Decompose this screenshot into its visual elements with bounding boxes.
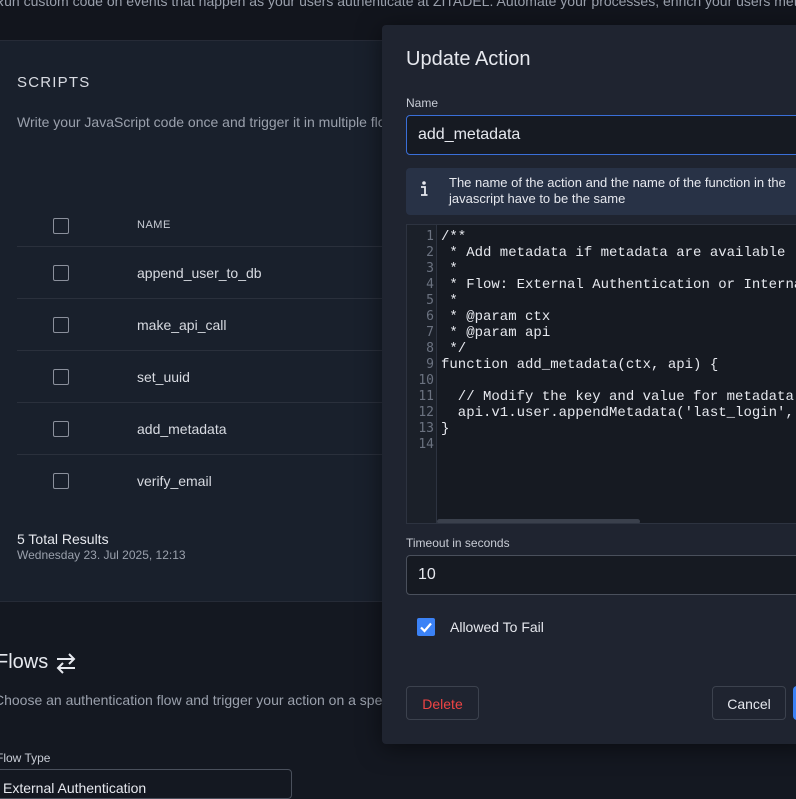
line-number: 13 (418, 421, 434, 436)
allowed-to-fail-checkbox[interactable] (417, 618, 435, 636)
code-line: // Modify the key and value for metadata (441, 389, 794, 405)
row-name: append_user_to_db (137, 265, 262, 281)
flows-title: Flows (0, 651, 49, 673)
flow-type-value: External Authentication (3, 780, 147, 796)
row-divider (17, 246, 400, 247)
flow-type-label: Flow Type (0, 751, 51, 765)
code-line: * @param ctx (441, 309, 551, 325)
row-divider (17, 454, 400, 455)
row-name: verify_email (137, 473, 212, 489)
code-line: api.v1.user.appendMetadata('last_login',… (457, 405, 794, 421)
dialog-title: Update Action (406, 48, 531, 70)
select-all-checkbox[interactable] (53, 218, 69, 234)
line-number: 10 (418, 373, 434, 388)
line-number: 6 (426, 309, 434, 324)
line-number: 9 (426, 357, 434, 372)
column-header-name: NAME (137, 219, 171, 231)
row-name: add_metadata (137, 421, 227, 437)
line-number: 7 (426, 325, 434, 340)
line-number: 2 (426, 245, 434, 260)
line-number: 5 (426, 293, 434, 308)
line-number: 8 (426, 341, 434, 356)
line-number-gutter: 1 2 3 4 5 6 7 8 9 10 11 12 13 14 (407, 225, 437, 523)
allowed-to-fail-label: Allowed To Fail (450, 619, 544, 635)
line-number: 12 (418, 405, 434, 420)
row-checkbox[interactable] (53, 317, 69, 333)
delete-button[interactable]: Delete (406, 686, 479, 720)
code-line: * Flow: External Authentication or Inter… (449, 277, 796, 293)
total-results: 5 Total Results (17, 531, 109, 547)
name-input[interactable]: add_metadata (406, 115, 796, 155)
scripts-title: SCRIPTS (17, 74, 91, 91)
code-line: * (441, 261, 458, 277)
flow-type-select[interactable]: External Authentication (0, 769, 292, 799)
row-name: set_uuid (137, 369, 190, 385)
scripts-description: Write your JavaScript code once and trig… (17, 114, 407, 130)
results-timestamp: Wednesday 23. Jul 2025, 12:13 (17, 548, 186, 562)
code-line: /** (441, 229, 467, 245)
line-number: 14 (418, 437, 434, 452)
line-number: 11 (418, 389, 434, 404)
row-divider (17, 350, 400, 351)
info-text: The name of the action and the name of t… (449, 175, 786, 206)
code-line: * (441, 293, 458, 309)
row-checkbox[interactable] (53, 369, 69, 385)
info-icon (421, 181, 428, 196)
line-number: 4 (426, 277, 434, 292)
line-number: 1 (426, 229, 434, 244)
line-number: 3 (426, 261, 434, 276)
timeout-input[interactable]: 10 (406, 555, 796, 595)
checkmark-icon (420, 622, 432, 633)
code-line: * @param api (441, 325, 551, 341)
row-checkbox[interactable] (53, 265, 69, 281)
row-divider (17, 298, 400, 299)
row-divider (17, 402, 400, 403)
swap-arrows-icon[interactable] (54, 652, 78, 674)
code-line: } (441, 421, 450, 437)
code-line: * Add metadata if metadata are available (441, 245, 786, 261)
code-line: */ (441, 341, 467, 357)
cancel-button[interactable]: Cancel (712, 686, 786, 720)
row-checkbox[interactable] (53, 473, 69, 489)
timeout-label: Timeout in seconds (406, 536, 510, 550)
horizontal-scrollbar[interactable] (437, 519, 640, 523)
code-line: function add_metadata(ctx, api) { (441, 357, 719, 373)
code-editor[interactable]: 1 2 3 4 5 6 7 8 9 10 11 12 13 14 /** * A… (406, 224, 796, 524)
row-name: make_api_call (137, 317, 227, 333)
name-label: Name (406, 96, 439, 110)
row-checkbox[interactable] (53, 421, 69, 437)
